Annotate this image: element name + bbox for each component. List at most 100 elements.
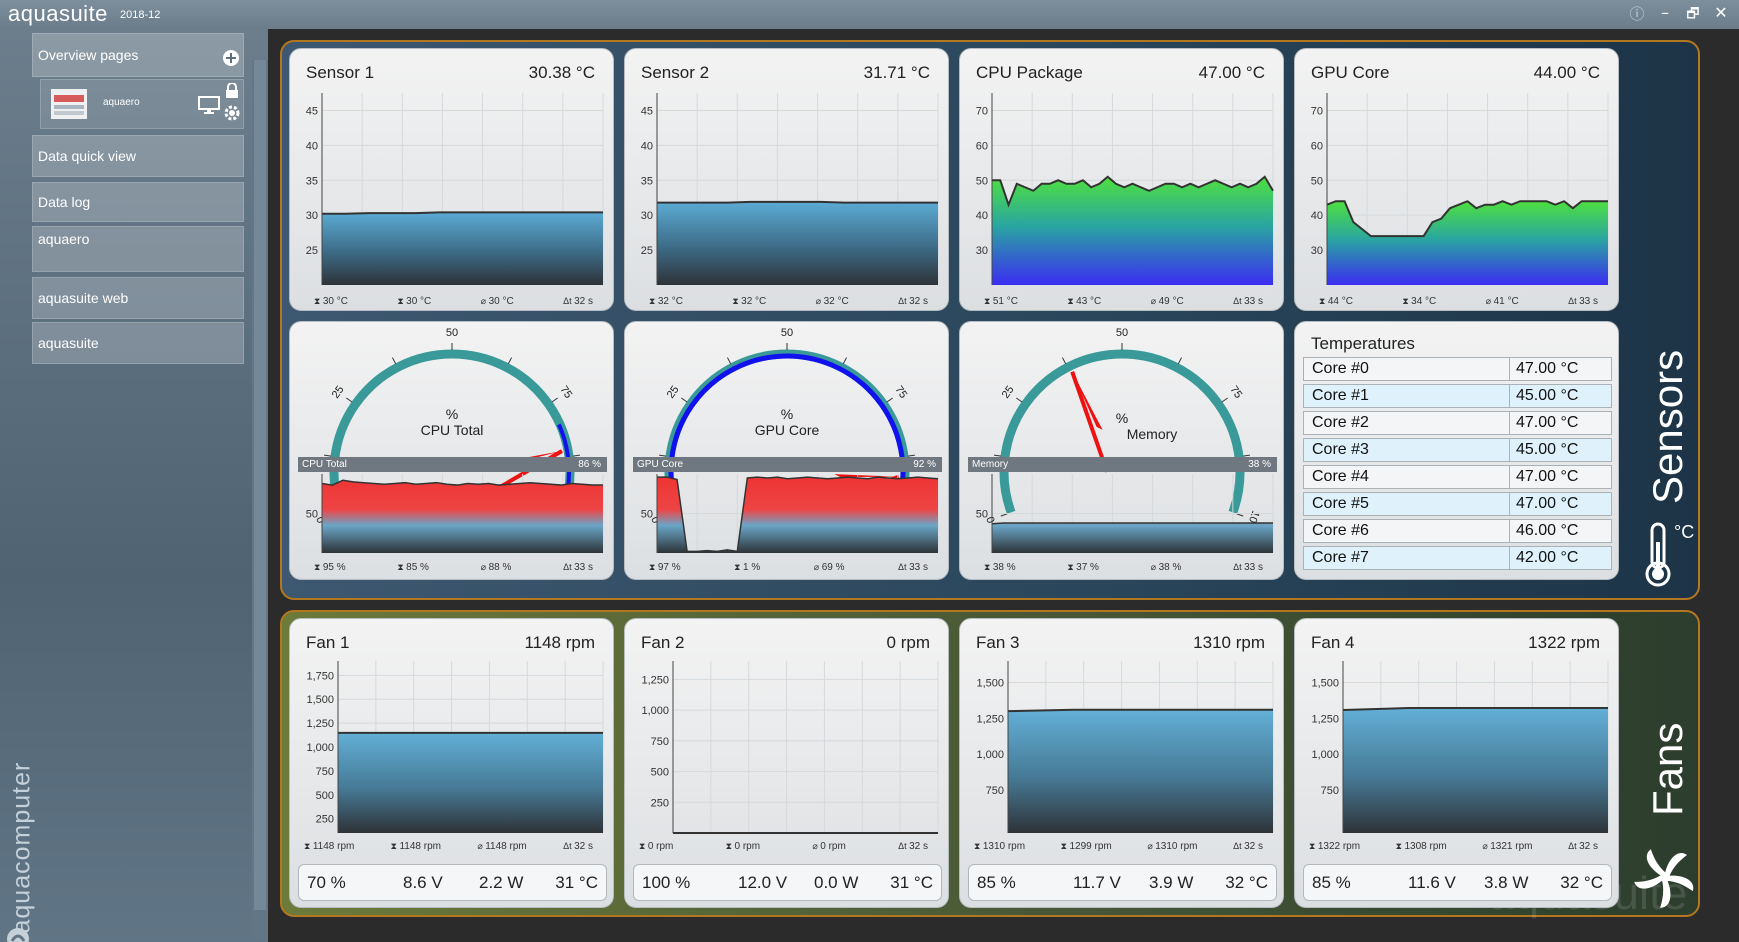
minimize-icon[interactable]: – [1654,3,1676,22]
restore-icon[interactable]: 🗗 [1682,3,1704,27]
y-tick-label: 250 [316,814,334,826]
gauge-bar-header: GPU Core 92 % [633,457,942,472]
temperature-row[interactable]: Core #3 45.00 °C [1303,438,1612,462]
stat-icon: ⌀ [1150,562,1159,572]
sensors-group-title: Sensors [1644,349,1691,504]
stat-icon: Δt [563,562,575,572]
gauge-tick [1016,397,1023,403]
gear-icon[interactable] [223,104,241,122]
stat-text: 95 % [322,562,346,573]
y-tick-label: 1,500 [976,678,1004,690]
brand-logo: aquacomputer [2,739,36,942]
sensor-card[interactable]: GPU Core 44.00 °C 70 60 50 40 30 ⧗ 44 °C ⧗ 34 °C… [1294,48,1619,311]
fan-card[interactable]: Fan 1 1148 rpm 1,750 1,500 1,250 1,000 750 500 2… [289,618,614,908]
y-tick-label: 35 [306,175,318,187]
gauge-tick [1177,357,1183,365]
temperature-row[interactable]: Core #4 47.00 °C [1303,465,1612,489]
stat-icon: ⧗ [1309,841,1318,851]
device-page-item[interactable]: aquaero [40,79,244,129]
sensor-stats: ⧗ 30 °C ⧗ 30 °C ⌀ 30 °C Δt 32 s [314,296,593,307]
sidebar-item-data-log[interactable]: Data log [32,182,244,222]
gauge-card[interactable]: 025507510050%CPU TotalCPU Total86 %⧗ 95 … [289,321,614,580]
scrollbar-thumb[interactable] [254,60,266,910]
monitor-icon[interactable] [198,96,220,114]
fan-power: 100 % [642,873,691,892]
info-icon[interactable]: ⓘ [1626,3,1648,24]
temperature-row[interactable]: Core #1 45.00 °C [1303,384,1612,408]
lock-icon[interactable] [225,83,239,99]
stat-text: 32 s [1579,841,1598,852]
temperature-value: 47.00 °C [1516,468,1579,485]
stat-value: Δt 32 s [1568,841,1598,852]
y-tick-label: 1,250 [306,718,334,730]
temperature-value: 46.00 °C [1516,522,1579,539]
gauge-tick [1242,454,1250,457]
stat-icon: Δt [1233,841,1245,851]
gauge-unit: % [445,406,459,422]
stat-text: 1321 rpm [1490,841,1533,852]
gauge-tick [842,357,848,365]
y-tick-label: 70 [976,105,988,117]
sidebar-item-data-quick-view[interactable]: Data quick view [32,135,244,177]
gauge-tick [681,397,688,403]
fan-card[interactable]: Fan 3 1310 rpm 1,500 1,250 1,000 750 ⧗ 1310 rp… [959,618,1284,908]
fan-power: 85 % [1312,873,1351,892]
gauge-card[interactable]: 025507510050%GPU CoreGPU Core92 %⧗ 97 %⧗… [624,321,949,580]
fan-chart: 1,250 1,000 750 500 250 [641,661,939,834]
fan-card[interactable]: Fan 20 rpm 1,250 1,000 750 500 250 ⧗ 0 rpm ⧗ 0 … [624,618,949,908]
gauge-tick [1000,513,1008,517]
sensor-card[interactable]: CPU Package 47.00 °C 70 60 50 40 30 ⧗ 51 °C ⧗ 43… [959,48,1284,311]
temperature-row[interactable]: Core #2 47.00 °C [1303,411,1612,435]
gauge-bar-header: CPU Total 86 % [298,457,607,472]
sensor-card[interactable]: Sensor 1 30.38 °C 45 40 35 30 25 ⧗ 30 °C ⧗ 30 °C… [289,48,614,311]
stat-icon: ⌀ [480,562,489,572]
stat-icon: ⌀ [1485,296,1494,306]
stat-icon: ⧗ [984,296,993,306]
sensor-card[interactable]: Sensor 2 31.71 °C 45 40 35 30 25 ⧗ 32 °C ⧗ 32 °C… [624,48,949,311]
fan-stats: ⧗ 0 rpm ⧗ 0 rpm ⌀ 0 rpm Δt 32 s [639,841,928,852]
fan-temp: 32 °C [1560,873,1603,892]
sidebar-item-aquaero[interactable]: aquaero [32,226,244,272]
stat-value: ⧗ 1308 rpm [1396,841,1447,852]
close-icon[interactable]: ✕ [1710,3,1732,22]
stat-text: 1322 rpm [1317,841,1361,852]
add-page-icon[interactable] [222,49,240,67]
stat-value: ⧗ 37 % [1067,562,1099,573]
temperature-row[interactable]: Core #6 46.00 °C [1303,519,1612,543]
sensor-stats: ⧗ 32 °C ⧗ 32 °C ⌀ 32 °C Δt 32 s [649,296,928,307]
stat-text: 38 % [992,562,1016,573]
sidebar-item-aquasuite-web[interactable]: aquasuite web [32,277,244,319]
stat-text: 30 °C [488,296,514,307]
temperature-value: 47.00 °C [1516,414,1579,431]
temperature-row[interactable]: Core #0 47.00 °C [1303,357,1612,381]
fan-voltage: 11.7 V [1073,873,1121,892]
temperature-row[interactable]: Core #5 47.00 °C [1303,492,1612,516]
y-tick-label: 40 [976,210,988,222]
stat-icon: ⧗ [1402,296,1412,306]
y-tick-label: 50 [306,509,318,521]
gauge-unit: % [780,406,794,422]
temperature-value: 45.00 °C [1516,387,1579,404]
sidebar-item-aquasuite[interactable]: aquasuite [32,322,244,364]
thermometer-icon [1645,522,1671,587]
stat-text: 49 °C [1158,296,1184,307]
stat-value: ⌀ 41 °C [1486,296,1519,307]
overview-pages-label: Overview pages [38,47,139,63]
stat-icon: Δt [1233,562,1245,572]
stat-value: ⌀ 49 °C [1151,296,1184,307]
gauge-tick [507,357,513,365]
gauge-card[interactable]: 0 25 50 75 100 50% Memory Memory 38 % ⧗ 38 % ⧗ 37 … [959,321,1284,580]
gauge-tick [659,454,667,457]
stat-text: 32 °C [741,296,767,307]
stat-value: ⧗ 32 °C [649,296,683,307]
fan-card[interactable]: Fan 4 1322 rpm 1,500 1,250 1,000 750 ⧗ 1322 rp… [1294,618,1619,908]
fan-stats: ⧗ 1322 rpm ⧗ 1308 rpm ⌀ 1321 rpm Δt 32 s [1309,841,1598,852]
temperature-row[interactable]: Core #7 42.00 °C [1303,546,1612,570]
gauge-tick [346,397,353,403]
sidebar-scrollbar[interactable] [252,60,268,940]
overview-pages-button[interactable]: Overview pages [32,33,244,77]
gauge-bar-label: Memory [972,459,1009,470]
stat-text: 43 °C [1076,296,1102,307]
y-tick-label: 45 [306,105,318,117]
gauge-tick [1236,513,1244,517]
